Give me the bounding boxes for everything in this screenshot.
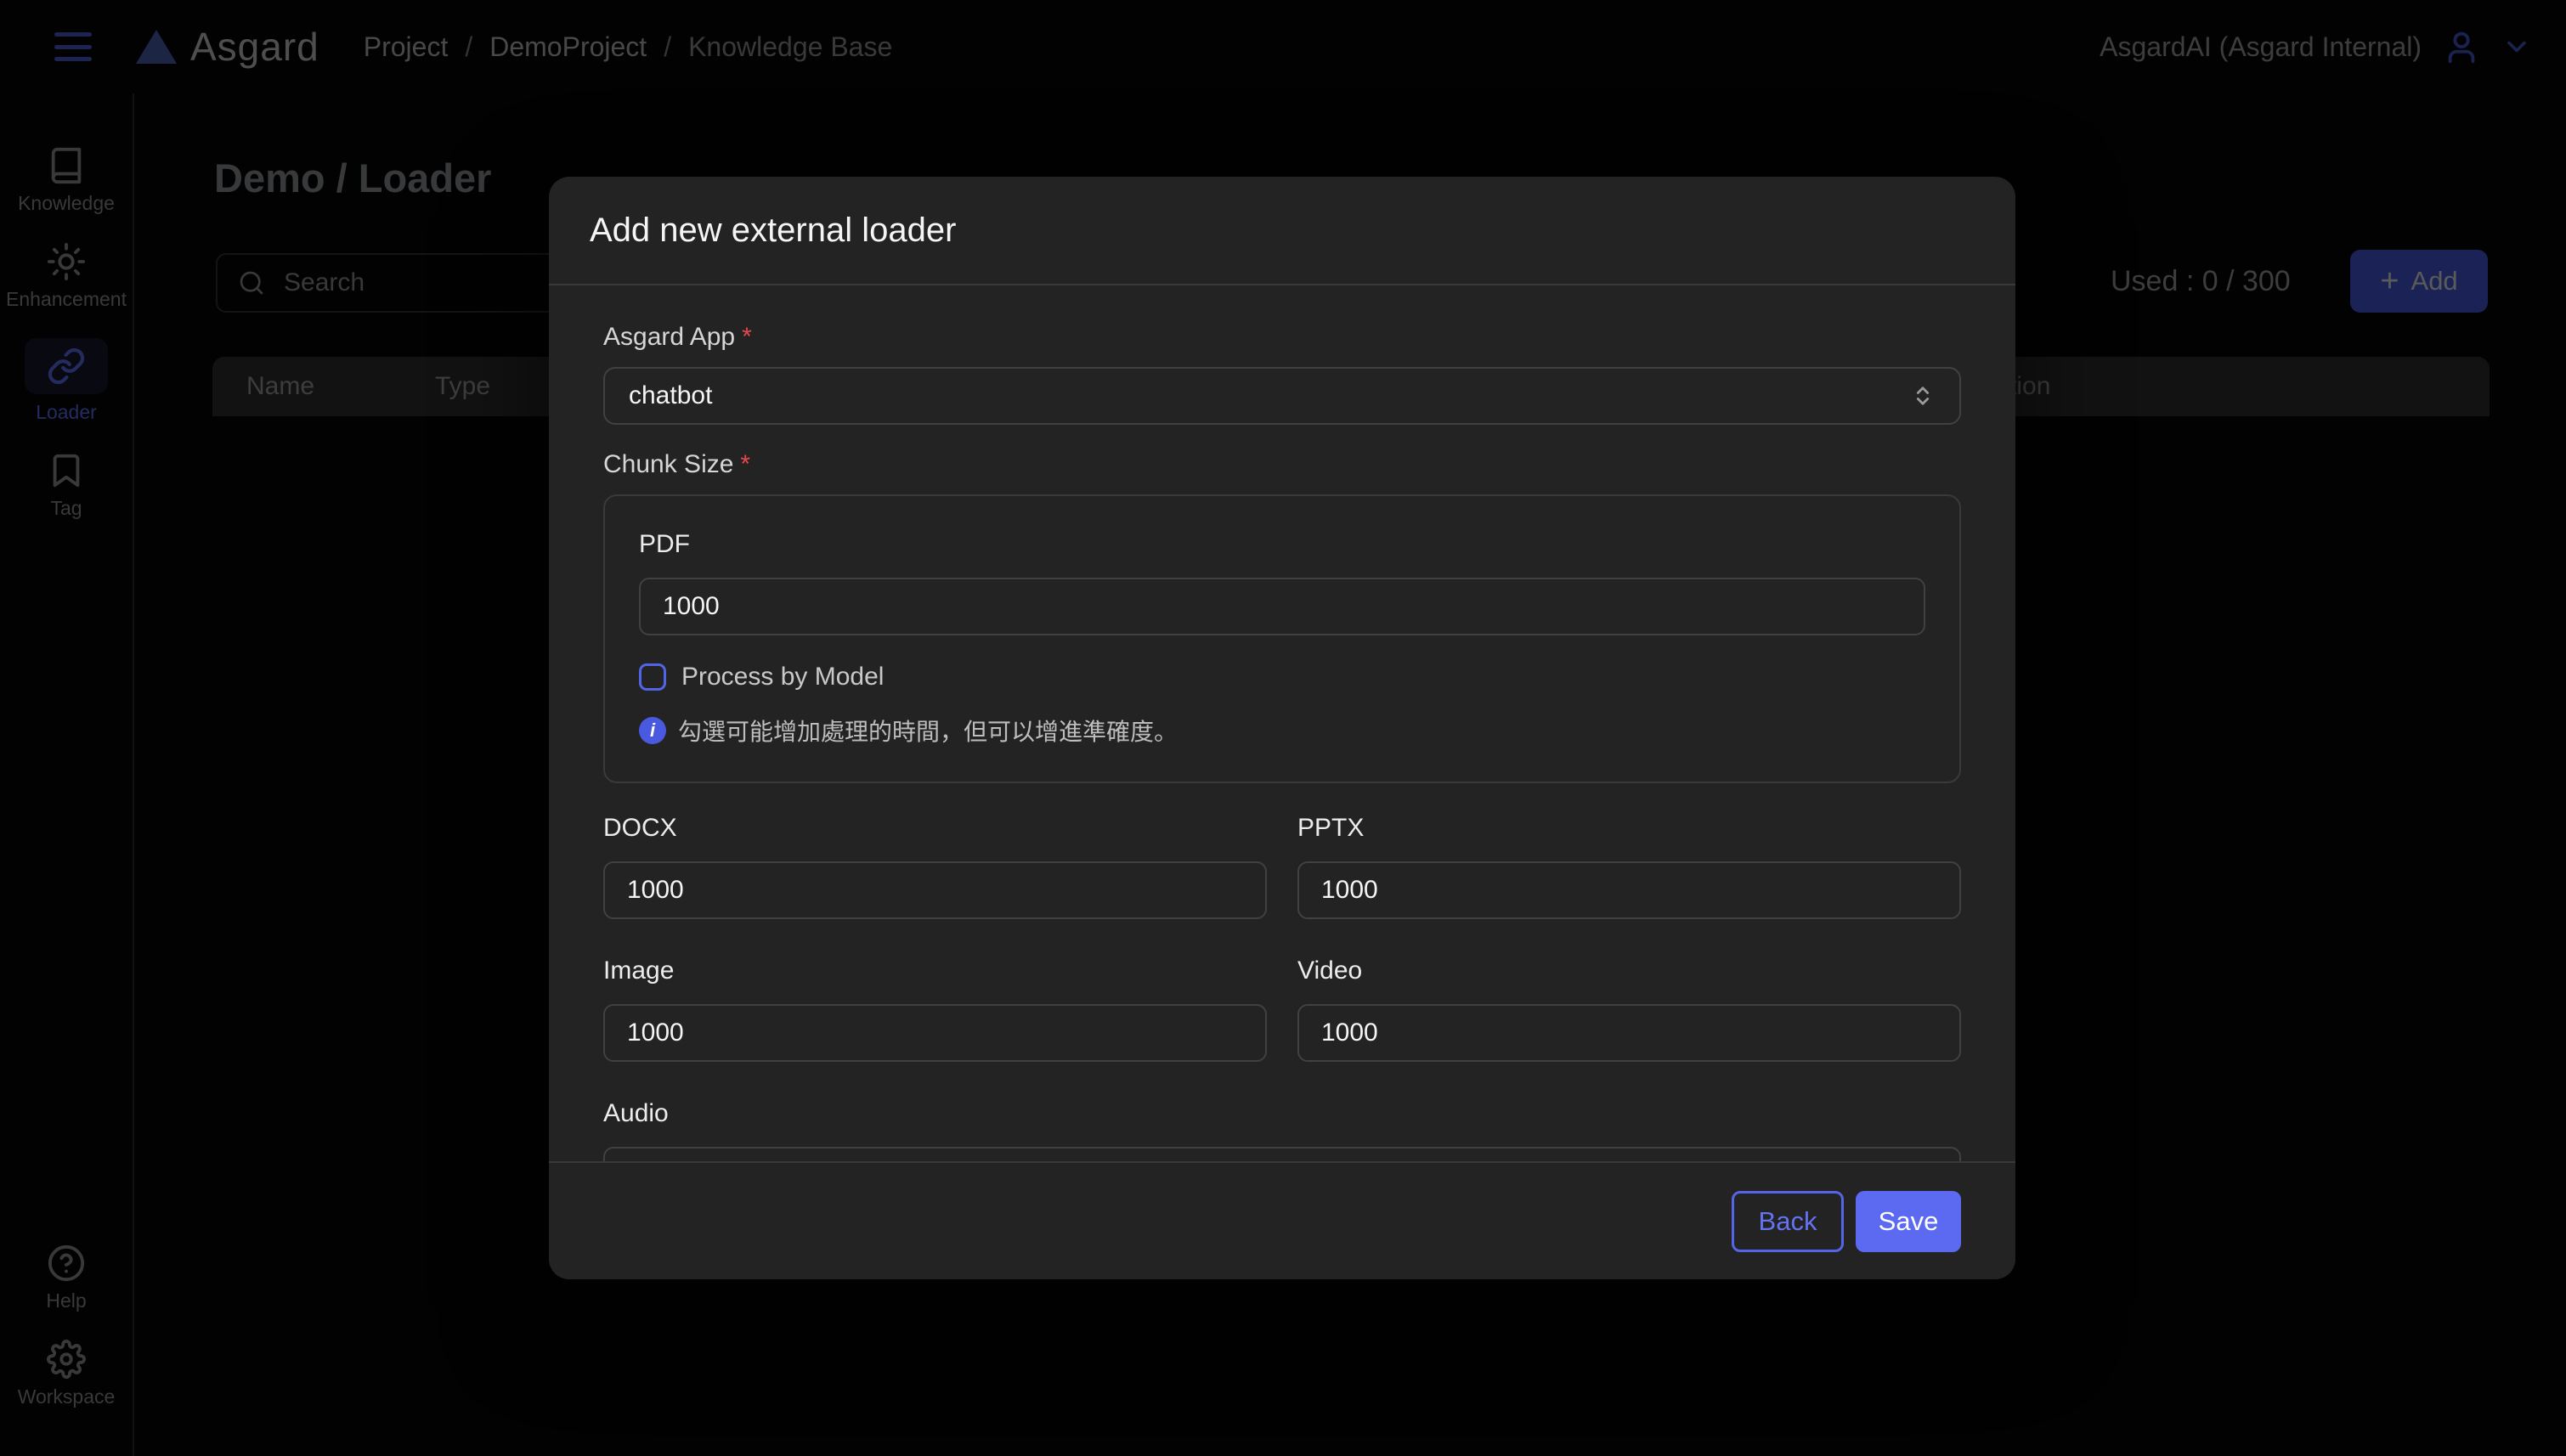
chunk-size-label: Chunk Size* <box>603 450 1961 479</box>
video-chunk-field: Video <box>1297 957 1961 1062</box>
chunk-size-grid: DOCX PPTX Image Video Audio <box>603 814 1961 1161</box>
required-mark: * <box>740 450 750 478</box>
pptx-chunk-field: PPTX <box>1297 814 1961 919</box>
pdf-chunk-group: PDF Process by Model i 勾選可能增加處理的時間，但可以增進… <box>603 494 1961 783</box>
info-row: i 勾選可能增加處理的時間，但可以增進準確度。 <box>639 714 1925 748</box>
info-icon: i <box>639 717 666 744</box>
pptx-chunk-input[interactable] <box>1297 861 1961 919</box>
asgard-app-select-value: chatbot <box>629 381 712 410</box>
audio-chunk-input[interactable] <box>603 1147 1961 1161</box>
modal-body: Asgard App* chatbot Chunk Size* PDF Proc… <box>549 287 2015 1161</box>
asgard-app-label: Asgard App* <box>603 323 1961 352</box>
save-button[interactable]: Save <box>1856 1191 1961 1252</box>
modal-title: Add new external loader <box>590 177 2015 284</box>
add-loader-modal: Add new external loader Asgard App* chat… <box>549 177 2015 1279</box>
process-by-model-label: Process by Model <box>681 663 884 691</box>
select-updown-icon <box>1908 381 1937 410</box>
required-mark: * <box>742 323 752 351</box>
audio-label: Audio <box>603 1099 1961 1128</box>
process-by-model-row: Process by Model <box>639 663 1925 691</box>
pdf-label: PDF <box>639 530 1925 559</box>
modal-header: Add new external loader <box>549 177 2015 285</box>
docx-label: DOCX <box>603 814 1267 843</box>
image-chunk-field: Image <box>603 957 1267 1062</box>
docx-chunk-field: DOCX <box>603 814 1267 919</box>
modal-footer: Back Save <box>549 1161 2015 1279</box>
process-by-model-checkbox[interactable] <box>639 663 666 691</box>
asgard-app-select[interactable]: chatbot <box>603 367 1961 425</box>
pdf-chunk-input[interactable] <box>639 578 1925 635</box>
video-label: Video <box>1297 957 1961 985</box>
pptx-label: PPTX <box>1297 814 1961 843</box>
video-chunk-input[interactable] <box>1297 1004 1961 1062</box>
docx-chunk-input[interactable] <box>603 861 1267 919</box>
back-button[interactable]: Back <box>1732 1191 1844 1252</box>
image-chunk-input[interactable] <box>603 1004 1267 1062</box>
app-root: Asgard Project / DemoProject / Knowledge… <box>0 0 2566 1456</box>
image-label: Image <box>603 957 1267 985</box>
info-text: 勾選可能增加處理的時間，但可以增進準確度。 <box>678 714 1178 748</box>
audio-chunk-field: Audio <box>603 1099 1961 1161</box>
